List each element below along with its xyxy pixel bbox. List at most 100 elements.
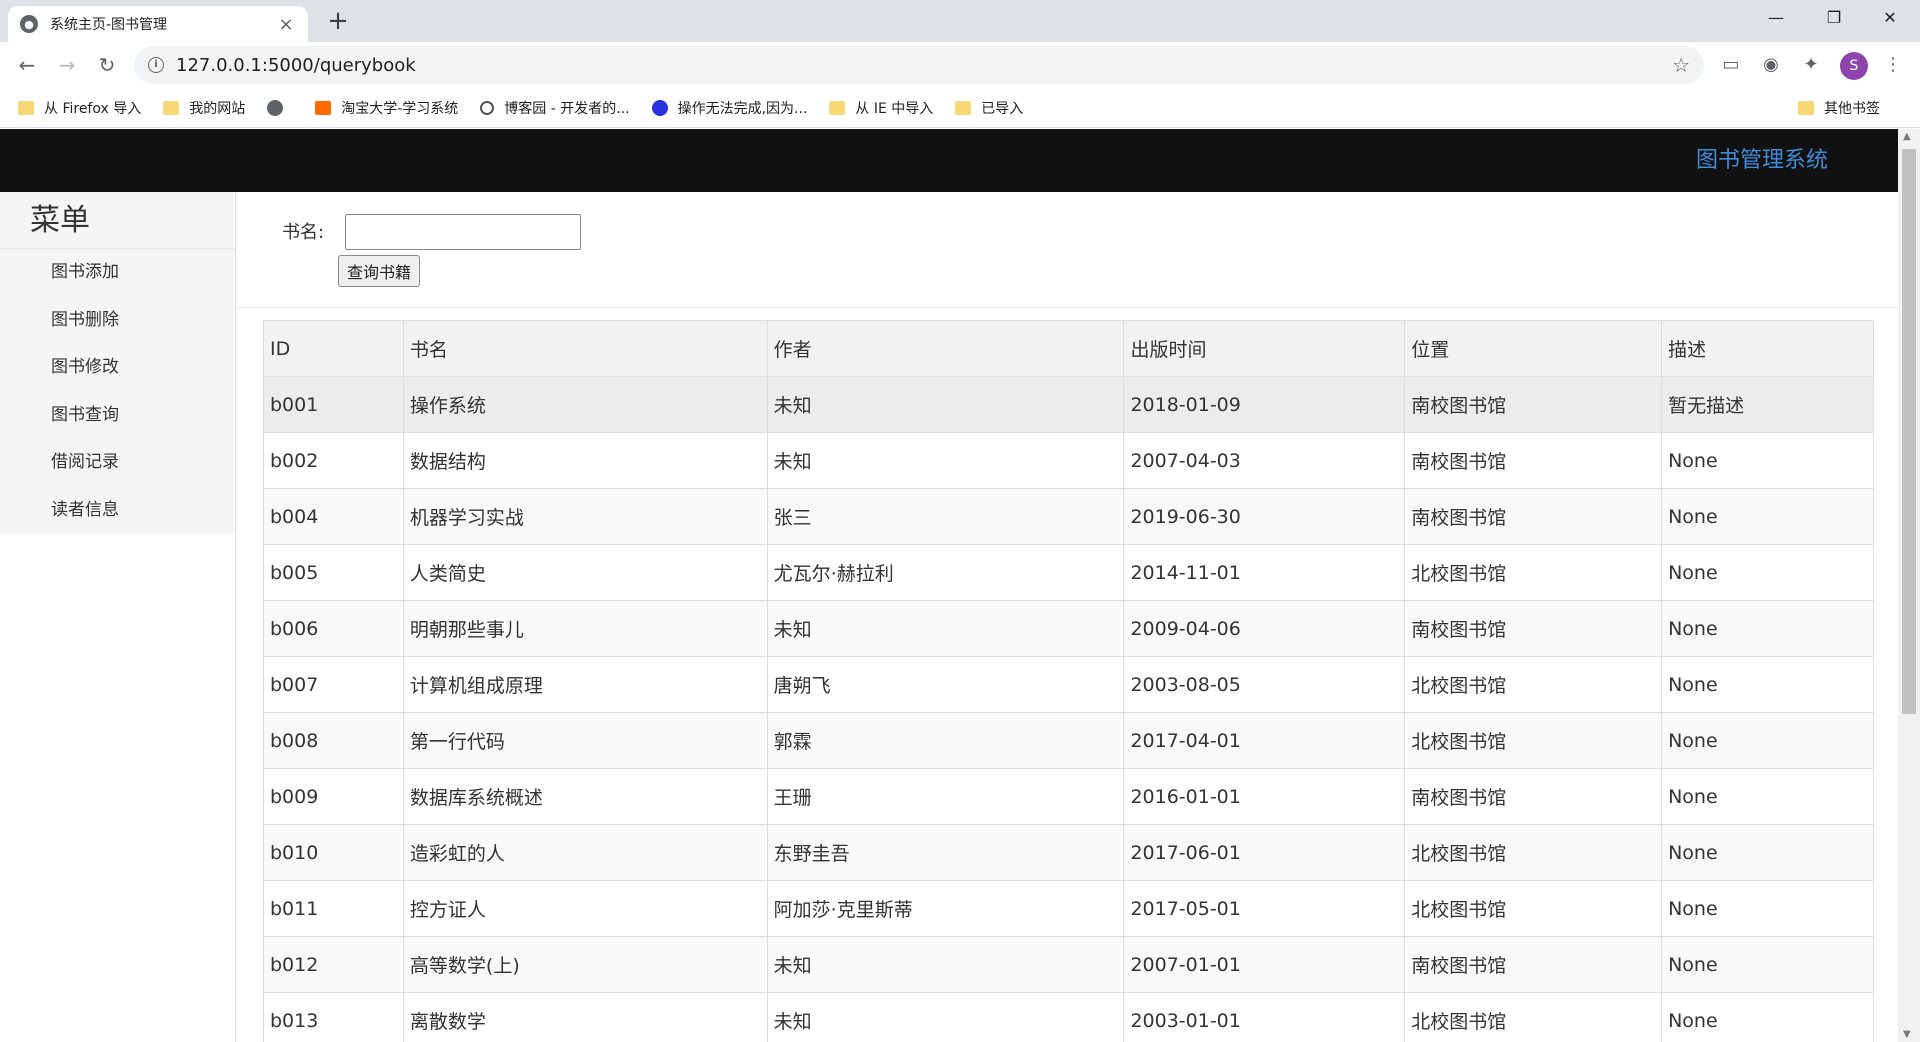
navbar-brand[interactable]: 图书管理系统 bbox=[1696, 129, 1828, 192]
table-row: b004 机器学习实战 张三 2019-06-30 南校图书馆 None bbox=[263, 488, 1874, 545]
column-header: 位置 bbox=[1404, 320, 1663, 377]
books-table: ID 书名 作者 出版时间 位置 描述 b001 操作系统 未知 2018-01-09… bbox=[263, 320, 1874, 1042]
table-cell: 北校图书馆 bbox=[1404, 712, 1663, 769]
sidebar-item-add-book[interactable]: 图书添加 bbox=[0, 249, 235, 297]
table-cell: None bbox=[1661, 768, 1874, 825]
star-icon[interactable]: ☆ bbox=[1672, 53, 1690, 77]
table-cell: 2014-11-01 bbox=[1123, 544, 1406, 601]
extensions-icon[interactable]: ✦ bbox=[1798, 52, 1824, 78]
table-cell: b008 bbox=[263, 712, 404, 769]
table-row: b008 第一行代码 郭霖 2017-04-01 北校图书馆 None bbox=[263, 712, 1874, 769]
sidebar-item-reader-info[interactable]: 读者信息 bbox=[0, 487, 235, 535]
bookmark-label: 操作无法完成,因为... bbox=[677, 100, 808, 117]
bookmark-item[interactable]: 我的网站 bbox=[163, 98, 245, 118]
camera-icon[interactable]: ◉ bbox=[1758, 52, 1784, 78]
sidebar-item-query-book[interactable]: 图书查询 bbox=[0, 392, 235, 440]
url-text[interactable]: 127.0.0.1:5000/querybook bbox=[176, 55, 1672, 76]
column-header: 描述 bbox=[1661, 320, 1874, 377]
bookmark-item[interactable]: 从 Firefox 导入 bbox=[18, 98, 141, 118]
menu-title: 菜单 bbox=[0, 192, 235, 249]
table-cell: None bbox=[1661, 544, 1874, 601]
scrollbar-thumb[interactable] bbox=[1902, 149, 1916, 714]
table-cell: 明朝那些事儿 bbox=[402, 600, 768, 657]
table-body: b001 操作系统 未知 2018-01-09 南校图书馆 暂无描述 b002 数据结构 未知 2… bbox=[263, 376, 1874, 1042]
table-cell: None bbox=[1661, 992, 1874, 1042]
back-icon[interactable]: ← bbox=[12, 50, 42, 80]
table-cell: None bbox=[1661, 656, 1874, 713]
new-tab-button[interactable]: + bbox=[322, 6, 354, 38]
globe-icon bbox=[267, 99, 284, 116]
table-row: b013 离散数学 未知 2003-01-01 北校图书馆 None bbox=[263, 992, 1874, 1042]
folder-icon bbox=[18, 100, 34, 115]
avatar[interactable]: S bbox=[1840, 52, 1868, 80]
table-cell: None bbox=[1661, 432, 1874, 489]
bookmark-item[interactable]: 淘宝大学-学习系统 bbox=[315, 98, 458, 118]
reader-icon[interactable]: ▭ bbox=[1718, 52, 1744, 78]
top-navbar: 图书管理系统 bbox=[0, 129, 1898, 192]
query-books-button[interactable]: 查询书籍 bbox=[338, 255, 420, 287]
folder-icon bbox=[829, 100, 846, 115]
table-cell: b011 bbox=[263, 880, 404, 937]
forward-icon[interactable]: → bbox=[52, 50, 82, 80]
table-cell: 2009-04-06 bbox=[1123, 600, 1406, 657]
sidebar-item-borrow-records[interactable]: 借阅记录 bbox=[0, 439, 235, 487]
table-cell: 第一行代码 bbox=[402, 712, 768, 769]
table-cell: 计算机组成原理 bbox=[402, 656, 768, 713]
minimize-icon[interactable]: — bbox=[1748, 0, 1804, 36]
table-cell: None bbox=[1661, 712, 1874, 769]
table-cell: b013 bbox=[263, 992, 404, 1042]
table-row: b011 控方证人 阿加莎·克里斯蒂 2017-05-01 北校图书馆 None bbox=[263, 880, 1874, 937]
folder-icon bbox=[1798, 101, 1814, 115]
book-name-input[interactable] bbox=[345, 214, 581, 250]
reload-icon[interactable]: ↻ bbox=[92, 50, 122, 80]
table-cell: 张三 bbox=[766, 488, 1125, 545]
sidebar: 菜单 图书添加 图书删除 图书修改 图书查询 借阅记录 读者信息 bbox=[0, 192, 236, 1042]
info-icon[interactable]: i bbox=[148, 57, 164, 73]
bookmark-label: 淘宝大学-学习系统 bbox=[341, 100, 459, 117]
column-header: 出版时间 bbox=[1123, 320, 1406, 377]
scroll-down-icon[interactable]: ▼ bbox=[1903, 1029, 1911, 1040]
close-icon[interactable]: × bbox=[276, 14, 296, 35]
sidebar-item-edit-book[interactable]: 图书修改 bbox=[0, 344, 235, 392]
table-cell: 北校图书馆 bbox=[1404, 824, 1663, 881]
table-cell: 东野圭吾 bbox=[766, 824, 1125, 881]
table-cell: 未知 bbox=[766, 432, 1125, 489]
table-cell: 南校图书馆 bbox=[1404, 432, 1663, 489]
table-cell: 数据库系统概述 bbox=[402, 768, 768, 825]
table-cell: 暂无描述 bbox=[1661, 376, 1874, 433]
table-cell: 北校图书馆 bbox=[1404, 544, 1663, 601]
table-cell: 数据结构 bbox=[402, 432, 768, 489]
table-row: b006 明朝那些事儿 未知 2009-04-06 南校图书馆 None bbox=[263, 600, 1874, 657]
table-cell: 阿加莎·克里斯蒂 bbox=[766, 880, 1125, 937]
address-bar[interactable]: i 127.0.0.1:5000/querybook ☆ bbox=[134, 46, 1704, 84]
bookmark-item[interactable]: 已导入 bbox=[955, 98, 1023, 118]
bookmark-item[interactable]: 博客园 - 开发者的... bbox=[480, 98, 630, 118]
scroll-up-icon[interactable]: ▲ bbox=[1903, 131, 1911, 142]
column-header: ID bbox=[263, 320, 404, 377]
sidebar-item-delete-book[interactable]: 图书删除 bbox=[0, 297, 235, 345]
bookmark-item[interactable] bbox=[267, 99, 293, 116]
table-cell: b010 bbox=[263, 824, 404, 881]
kebab-menu-icon[interactable]: ⋮ bbox=[1880, 52, 1906, 78]
page-scrollbar[interactable]: ▲ ▼ bbox=[1898, 129, 1920, 1042]
table-row: b001 操作系统 未知 2018-01-09 南校图书馆 暂无描述 bbox=[263, 376, 1874, 433]
table-cell: 未知 bbox=[766, 600, 1125, 657]
browser-tab[interactable]: ● 系统主页-图书管理 × bbox=[8, 6, 308, 42]
restore-icon[interactable]: ❐ bbox=[1806, 0, 1862, 36]
bookmark-item[interactable]: 从 IE 中导入 bbox=[829, 98, 933, 118]
table-cell: None bbox=[1661, 488, 1874, 545]
table-cell: None bbox=[1661, 824, 1874, 881]
other-bookmarks[interactable]: 其他书签 bbox=[1798, 98, 1880, 118]
bookmark-item[interactable]: 操作无法完成,因为... bbox=[651, 98, 808, 118]
window-close-icon[interactable]: ✕ bbox=[1862, 0, 1918, 36]
main-content: 书名: 查询书籍 ID 书名 作者 出版时间 位置 描述 b001 操作系统 未知 2… bbox=[237, 192, 1898, 1042]
table-cell: 2018-01-09 bbox=[1123, 376, 1406, 433]
table-cell: 离散数学 bbox=[402, 992, 768, 1042]
table-cell: b006 bbox=[263, 600, 404, 657]
table-cell: 2007-04-03 bbox=[1123, 432, 1406, 489]
bookmark-label: 已导入 bbox=[981, 100, 1024, 117]
bookmark-label: 其他书签 bbox=[1824, 101, 1880, 117]
table-cell: b004 bbox=[263, 488, 404, 545]
bookmark-label: 博客园 - 开发者的... bbox=[504, 100, 630, 117]
column-header: 书名 bbox=[402, 320, 768, 377]
